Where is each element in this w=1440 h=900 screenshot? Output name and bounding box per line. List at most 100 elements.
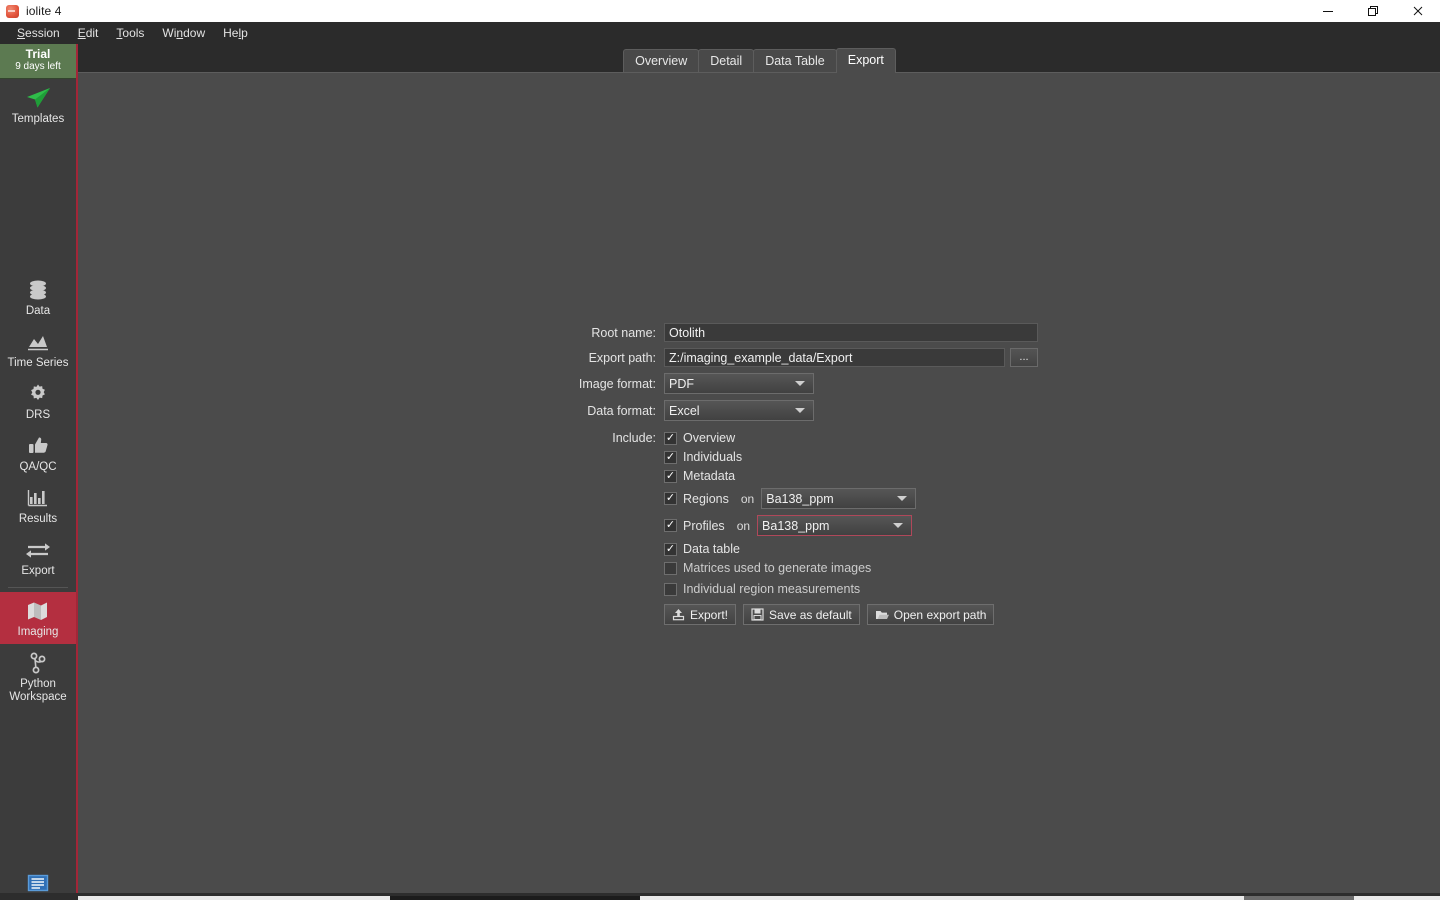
checkbox-regions[interactable]: ✓ xyxy=(664,492,677,505)
image-format-select[interactable]: PDF xyxy=(664,373,814,394)
checkbox-metadata-label: Metadata xyxy=(683,469,736,483)
sidebar-item-label: DRS xyxy=(25,409,51,421)
sidebar-item-label: Export xyxy=(21,565,55,577)
sidebar-divider xyxy=(8,587,68,588)
profiles-on-label: on xyxy=(736,518,751,533)
checkbox-profiles-label: Profiles xyxy=(683,518,725,533)
save-as-default-button-label: Save as default xyxy=(769,607,852,622)
data-format-label: Data format: xyxy=(587,403,656,418)
bottom-scrollbar-strip[interactable] xyxy=(0,893,1440,900)
menu-edit[interactable]: Edit xyxy=(69,24,108,42)
menu-bar: Session Edit Tools Window Help xyxy=(0,22,1440,44)
sidebar-item-data[interactable]: Data xyxy=(0,271,76,323)
sidebar-item-export[interactable]: Export xyxy=(0,531,76,583)
export-path-label: Export path: xyxy=(588,350,656,365)
menu-help[interactable]: Help xyxy=(214,24,257,42)
minimize-button[interactable] xyxy=(1305,0,1350,22)
menu-session[interactable]: Session xyxy=(8,24,69,42)
data-format-select[interactable]: Excel xyxy=(664,400,814,421)
app-icon xyxy=(6,4,19,18)
sidebar-item-qa-qc[interactable]: QA/QC xyxy=(0,427,76,479)
checkbox-overview-label: Overview xyxy=(683,431,736,445)
folder-open-icon xyxy=(875,608,889,621)
profiles-channel-select[interactable]: Ba138_ppm xyxy=(757,515,913,536)
image-format-value: PDF xyxy=(669,376,694,391)
open-export-path-button-label: Open export path xyxy=(893,607,987,622)
checkbox-data-table-label: Data table xyxy=(683,542,740,556)
checkbox-profiles[interactable]: ✓ xyxy=(664,519,677,532)
include-metadata-row: ✓ Metadata xyxy=(518,469,1038,483)
area-chart-icon xyxy=(26,329,50,355)
maximize-restore-button[interactable] xyxy=(1350,0,1395,22)
paper-plane-icon xyxy=(25,85,51,111)
regions-channel-select[interactable]: Ba138_ppm xyxy=(761,488,917,509)
map-icon xyxy=(26,598,50,624)
image-format-label: Image format: xyxy=(578,376,656,391)
sidebar-filler xyxy=(0,709,76,864)
bottom-strip-segment xyxy=(1244,896,1354,900)
sidebar-item-results[interactable]: Results xyxy=(0,479,76,531)
tab-detail[interactable]: Detail xyxy=(698,49,755,73)
sidebar-item-imaging[interactable]: Imaging xyxy=(0,592,76,644)
upload-icon xyxy=(672,608,685,621)
open-export-path-button[interactable]: Open export path xyxy=(866,604,995,625)
include-label: Include: xyxy=(612,431,656,445)
trial-badge[interactable]: Trial 9 days left xyxy=(0,44,76,79)
regions-channel-value: Ba138_ppm xyxy=(766,491,834,506)
close-button[interactable] xyxy=(1395,0,1440,22)
chevron-down-icon xyxy=(795,408,805,413)
sidebar-item-label: Python Workspace xyxy=(9,678,67,703)
arrows-exchange-icon xyxy=(25,537,51,563)
export-button[interactable]: Export! xyxy=(664,604,737,625)
root-name-input[interactable]: Otolith xyxy=(664,323,1038,342)
floppy-disk-icon xyxy=(751,608,764,621)
browse-button[interactable]: ... xyxy=(1010,348,1038,367)
checkbox-matrices[interactable]: ✓ xyxy=(664,561,677,575)
sidebar-item-drs[interactable]: DRS xyxy=(0,375,76,427)
sidebar-item-label: Imaging xyxy=(17,626,59,638)
menu-window[interactable]: Window xyxy=(153,24,214,42)
export-path-row: Export path: Z:/imaging_example_data/Exp… xyxy=(518,348,1038,367)
sidebar-item-label: Time Series xyxy=(7,357,69,369)
sidebar-item-python-workspace[interactable]: Python Workspace xyxy=(0,644,76,709)
sidebar-item-time-series[interactable]: Time Series xyxy=(0,323,76,375)
export-path-input[interactable]: Z:/imaging_example_data/Export xyxy=(664,348,1005,367)
branch-icon xyxy=(27,650,49,676)
checkbox-data-table[interactable]: ✓ xyxy=(664,542,677,556)
menu-tools[interactable]: Tools xyxy=(107,24,153,42)
thumbs-up-icon xyxy=(26,433,50,459)
tab-data-table[interactable]: Data Table xyxy=(753,49,837,73)
action-buttons: Export! Save as default Open export path xyxy=(518,604,1038,625)
tab-export[interactable]: Export xyxy=(835,48,896,73)
sidebar-item-label: QA/QC xyxy=(19,461,57,473)
checkbox-regions-label: Regions xyxy=(683,491,729,506)
data-format-row: Data format: Excel xyxy=(518,400,1038,421)
export-panel: Root name: Otolith Export path: Z:/imagi… xyxy=(78,73,1440,900)
include-individual-region-row: ✓ Individual region measurements xyxy=(518,582,1038,596)
chevron-down-icon xyxy=(893,523,904,528)
include-regions-row: ✓ Regions on Ba138_ppm xyxy=(518,488,1038,509)
profiles-channel-value: Ba138_ppm xyxy=(762,518,830,533)
include-matrices-row: ✓ Matrices used to generate images xyxy=(518,561,1038,575)
sidebar-item-label: Data xyxy=(25,305,51,317)
window-controls xyxy=(1305,0,1440,22)
bottom-strip-segment xyxy=(1354,896,1440,900)
checkbox-individual-region-measurements-label: Individual region measurements xyxy=(683,582,861,596)
include-individuals-row: ✓ Individuals xyxy=(518,450,1038,464)
checkbox-metadata[interactable]: ✓ xyxy=(664,469,677,483)
main-pane: Overview Detail Data Table Export Root n… xyxy=(78,44,1440,900)
sidebar-item-templates[interactable]: Templates xyxy=(0,79,76,131)
export-button-label: Export! xyxy=(690,607,729,622)
checkbox-individual-region-measurements[interactable]: ✓ xyxy=(664,582,677,596)
checkbox-individuals-label: Individuals xyxy=(683,450,743,464)
checkbox-individuals[interactable]: ✓ xyxy=(664,450,677,464)
checkbox-matrices-label: Matrices used to generate images xyxy=(683,561,872,575)
chevron-down-icon xyxy=(795,381,805,386)
save-as-default-button[interactable]: Save as default xyxy=(743,604,860,625)
export-form: Root name: Otolith Export path: Z:/imagi… xyxy=(518,323,1038,625)
tab-bar: Overview Detail Data Table Export xyxy=(78,44,1440,73)
checkbox-overview[interactable]: ✓ xyxy=(664,431,677,445)
bottom-strip-segment xyxy=(78,896,390,900)
tab-overview[interactable]: Overview xyxy=(623,49,700,73)
